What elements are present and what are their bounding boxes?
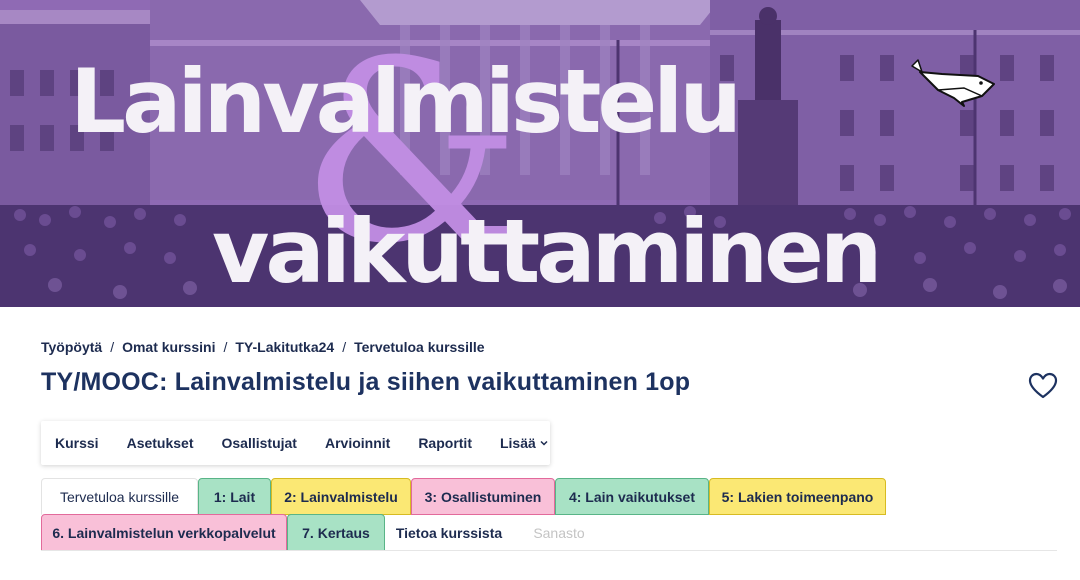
breadcrumb-item-course[interactable]: TY-Lakitutka24 bbox=[235, 339, 334, 355]
breadcrumb-separator: / bbox=[223, 339, 228, 355]
banner-title-line1: Lainvalmistelu bbox=[70, 50, 742, 153]
nav-item-course[interactable]: Kurssi bbox=[55, 435, 99, 451]
whale-logo-icon bbox=[911, 59, 995, 107]
breadcrumb-item-section[interactable]: Tervetuloa kurssille bbox=[354, 339, 484, 355]
tab-section-5[interactable]: 5: Lakien toimeenpano bbox=[709, 478, 886, 515]
breadcrumb-item-my-courses[interactable]: Omat kurssini bbox=[122, 339, 215, 355]
tab-section-7[interactable]: 7. Kertaus bbox=[287, 514, 385, 551]
tab-section-4[interactable]: 4: Lain vaikutukset bbox=[555, 478, 709, 515]
chevron-down-icon bbox=[540, 440, 548, 446]
banner-title-line2: vaikuttaminen bbox=[212, 200, 882, 303]
breadcrumb: Työpöytä / Omat kurssini / TY-Lakitutka2… bbox=[41, 339, 485, 355]
nav-item-grades[interactable]: Arvioinnit bbox=[325, 435, 390, 451]
tab-section-1[interactable]: 1: Lait bbox=[198, 478, 271, 515]
nav-item-more-label: Lisää bbox=[499, 435, 536, 451]
nav-item-participants[interactable]: Osallistujat bbox=[222, 435, 297, 451]
nav-item-more[interactable]: Lisää bbox=[500, 435, 548, 451]
tabs-divider bbox=[41, 550, 1057, 551]
favourite-button[interactable] bbox=[1028, 372, 1058, 400]
nav-item-reports[interactable]: Raportit bbox=[418, 435, 472, 451]
course-banner: & Lainvalmistelu vaikuttaminen bbox=[0, 0, 1080, 307]
tab-course-info[interactable]: Tietoa kurssista bbox=[385, 514, 513, 551]
tab-welcome[interactable]: Tervetuloa kurssille bbox=[41, 478, 198, 515]
tab-section-2[interactable]: 2: Lainvalmistelu bbox=[271, 478, 411, 515]
tab-section-3[interactable]: 3: Osallistuminen bbox=[411, 478, 555, 515]
breadcrumb-separator: / bbox=[110, 339, 115, 355]
breadcrumb-item-dashboard[interactable]: Työpöytä bbox=[41, 339, 102, 355]
nav-item-settings[interactable]: Asetukset bbox=[127, 435, 194, 451]
page-title: TY/MOOC: Lainvalmistelu ja siihen vaikut… bbox=[41, 368, 691, 396]
tab-glossary[interactable]: Sanasto bbox=[513, 514, 605, 551]
heart-icon bbox=[1028, 372, 1058, 399]
breadcrumb-separator: / bbox=[342, 339, 347, 355]
tab-section-6[interactable]: 6. Lainvalmistelun verkkopalvelut bbox=[41, 514, 287, 551]
course-secondary-navigation: Kurssi Asetukset Osallistujat Arvioinnit… bbox=[41, 421, 550, 465]
